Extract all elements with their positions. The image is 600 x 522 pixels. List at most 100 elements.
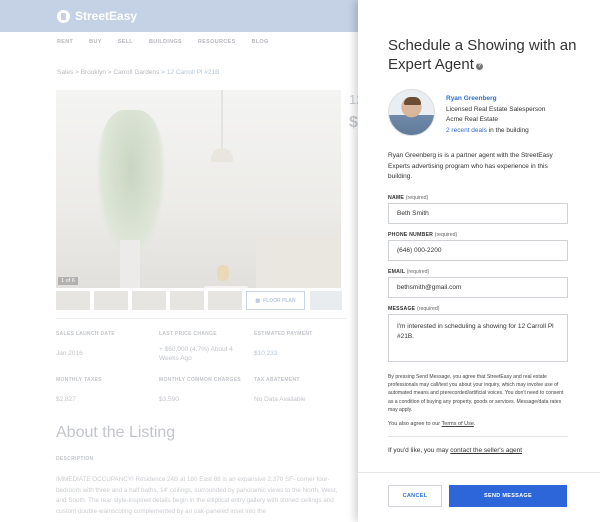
breadcrumb-sales[interactable]: Sales [57, 69, 73, 76]
fact-monthly-common-charges: MONTHLY COMMON CHARGES $3,590 [159, 377, 254, 404]
nav-blog[interactable]: BLOG [251, 39, 268, 45]
fact-value: $2,827 [56, 396, 76, 403]
required-marker: (required) [417, 306, 440, 312]
breadcrumb-separator: > [107, 69, 112, 76]
description-label: DESCRIPTION [56, 456, 94, 462]
breadcrumb-separator: > [161, 69, 165, 76]
agent-name-link[interactable]: Ryan Greenberg [446, 94, 545, 105]
terms-suffix: . [473, 421, 476, 427]
fact-tax-abatement: TAX ABATEMENT No Data Available [254, 377, 349, 404]
email-field-label: EMAIL (required) [388, 269, 429, 275]
listing-price-peek: $ [349, 114, 358, 131]
photo-thumbnail[interactable] [170, 291, 204, 310]
fact-value: Jan 2016 [56, 350, 83, 357]
nav-sell[interactable]: SELL [118, 39, 133, 45]
phone-field-label: PHONE NUMBER (required) [388, 232, 457, 238]
fact-last-price-change: LAST PRICE CHANGE + $60,000 (4.7%) About… [159, 331, 254, 363]
message-field[interactable]: I'm interested in scheduling a showing f… [388, 314, 568, 362]
message-label-text: MESSAGE [388, 306, 416, 312]
floor-plan-button[interactable]: ▦ FLOOR PLAN [246, 291, 305, 310]
agent-role: Licensed Real Estate Salesperson [446, 105, 546, 113]
fact-value: $3,590 [159, 396, 179, 403]
fact-value: + $60,000 (4.7%) About 4 Weeks Ago [159, 346, 233, 362]
streeteasy-logo[interactable]: StreetEasy [57, 9, 137, 23]
photo-thumbnail[interactable] [94, 291, 128, 310]
recent-deals-suffix: in the building [486, 126, 529, 134]
breadcrumb-unit: 12 Carroll Pl #21B [166, 69, 220, 76]
contact-prefix: If you'd like, you may [388, 447, 451, 454]
description-text: IMMEDIATE OCCUPANCY! Residence 24B at 18… [56, 476, 338, 515]
agent-deals: 2 recent deals in the building [446, 126, 545, 137]
footer-divider [358, 472, 600, 473]
fact-monthly-taxes: MONTHLY TAXES $2,827 [56, 377, 151, 404]
photo-plant-pot [120, 240, 140, 288]
agent-avatar [388, 89, 435, 136]
fact-label: MONTHLY COMMON CHARGES [159, 377, 241, 383]
photo-counter: 1 of 6 [58, 277, 78, 285]
breadcrumb: Sales > Brooklyn > Carroll Gardens > 12 … [57, 69, 219, 76]
name-label-text: NAME [388, 195, 405, 201]
fact-value: No Data Available [254, 396, 306, 403]
terms-of-use-link[interactable]: Terms of Use [442, 421, 474, 427]
breadcrumb-brooklyn[interactable]: Brooklyn [81, 69, 106, 76]
floor-plan-icon: ▦ [255, 297, 261, 304]
agent-info: Ryan Greenberg Licensed Real Estate Sale… [446, 94, 545, 136]
fact-label: LAST PRICE CHANGE [159, 331, 217, 337]
required-marker: (required) [434, 232, 458, 238]
help-icon[interactable]: ? [475, 63, 483, 70]
photo-thumbnail[interactable] [208, 291, 242, 310]
message-field-label: MESSAGE (required) [388, 306, 440, 312]
nav-rent[interactable]: RENT [57, 39, 73, 45]
email-field[interactable] [388, 277, 568, 298]
fact-label: SALES LAUNCH DATE [56, 331, 115, 337]
name-field-label: NAME (required) [388, 195, 428, 201]
breadcrumb-separator: > [75, 69, 79, 76]
brand-name: StreetEasy [75, 9, 138, 23]
photo-vase [217, 265, 229, 281]
streeteasy-logo-icon [57, 9, 70, 23]
section-divider [56, 318, 346, 319]
photo-lamp-shade [211, 148, 233, 162]
map-thumbnail[interactable] [310, 291, 342, 310]
fact-label: ESTIMATED PAYMENT [254, 331, 313, 337]
agent-description: Ryan Greenberg is is a partner agent wit… [388, 152, 553, 180]
contact-seller-line: If you'd like, you may contact the selle… [388, 447, 522, 454]
required-marker: (required) [405, 195, 429, 201]
fact-sales-launch-date: SALES LAUNCH DATE Jan 2016 [56, 331, 151, 358]
consent-disclaimer: By pressing Send Message, you agree that… [388, 374, 564, 413]
photo-sofa [256, 235, 341, 288]
schedule-showing-modal: Schedule a Showing with an Expert Agent?… [358, 0, 600, 522]
email-label-text: EMAIL [388, 269, 406, 275]
photo-thumbnail[interactable] [132, 291, 166, 310]
name-field[interactable] [388, 203, 568, 224]
photo-lamp-cord [221, 90, 223, 150]
listing-main-photo[interactable] [56, 90, 341, 288]
nav-buy[interactable]: BUY [89, 39, 102, 45]
main-nav: RENT BUY SELL BUILDINGS RESOURCES BLOG [57, 39, 269, 45]
contact-seller-agent-link[interactable]: contact the seller's agent [450, 447, 522, 454]
fact-estimated-payment: ESTIMATED PAYMENT $10,233 [254, 331, 349, 358]
cancel-button[interactable]: CANCEL [388, 485, 442, 507]
fact-label: MONTHLY TAXES [56, 377, 102, 383]
phone-label-text: PHONE NUMBER [388, 232, 434, 238]
terms-agreement: You also agree to our Terms of Use. [388, 421, 475, 427]
photo-stool [204, 286, 248, 288]
photo-thumbnail[interactable] [56, 291, 90, 310]
send-message-button[interactable]: SEND MESSAGE [449, 485, 567, 507]
fact-label: TAX ABATEMENT [254, 377, 300, 383]
agent-company: Acme Real Estate [446, 116, 499, 123]
photo-thumbnails [56, 291, 242, 310]
fact-value-link[interactable]: $10,233 [254, 349, 349, 358]
nav-resources[interactable]: RESOURCES [198, 39, 236, 45]
terms-prefix: You also agree to our [388, 421, 442, 427]
required-marker: (required) [406, 269, 430, 275]
photo-plant [96, 110, 166, 260]
modal-divider [388, 436, 568, 437]
nav-buildings[interactable]: BUILDINGS [149, 39, 182, 45]
floor-plan-label: FLOOR PLAN [263, 297, 296, 304]
modal-title: Schedule a Showing with an Expert Agent? [388, 36, 588, 74]
about-listing-heading: About the Listing [56, 424, 176, 441]
recent-deals-link[interactable]: 2 recent deals [446, 127, 487, 134]
phone-field[interactable] [388, 240, 568, 261]
breadcrumb-neighborhood[interactable]: Carroll Gardens [113, 69, 159, 76]
